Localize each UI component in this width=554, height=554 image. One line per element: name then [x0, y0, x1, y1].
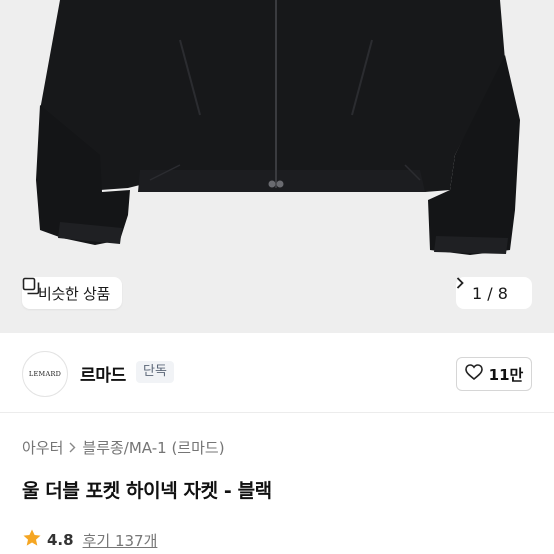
brand-logo[interactable]: LEMARD — [22, 351, 68, 397]
brand-logo-text: LEMARD — [28, 370, 62, 378]
star-icon — [22, 528, 42, 552]
breadcrumb-item-outer[interactable]: 아우터 — [22, 437, 63, 458]
heart-icon — [464, 364, 483, 384]
breadcrumb: 아우터 블루종/MA-1 (르마드) — [22, 437, 225, 458]
exclusive-badge: 단독 — [136, 361, 174, 383]
brand-name[interactable]: 르마드 — [80, 361, 126, 386]
section-divider — [0, 412, 554, 413]
similar-products-label: 비슷한 상품 — [38, 284, 110, 303]
chevron-right-icon — [69, 442, 76, 453]
product-title: 울 더블 포켓 하이넥 자켓 - 블랙 — [22, 480, 272, 502]
brand-row: LEMARD 르마드 단독 11만 — [0, 333, 554, 413]
rating-summary: 4.8 후기 137개 — [22, 528, 157, 552]
rating-score: 4.8 — [47, 531, 74, 549]
like-count: 11만 — [488, 365, 524, 384]
reviews-link[interactable]: 후기 137개 — [83, 530, 158, 551]
image-pager-button[interactable]: 1 / 8 — [456, 277, 532, 309]
similar-products-button[interactable]: 비슷한 상품 — [22, 277, 122, 309]
page-indicator: 1 / 8 — [472, 283, 508, 303]
product-image-gallery[interactable]: 비슷한 상품 1 / 8 — [0, 0, 554, 333]
breadcrumb-item-category[interactable]: 블루종/MA-1 (르마드) — [82, 437, 224, 458]
like-button[interactable]: 11만 — [456, 357, 532, 391]
